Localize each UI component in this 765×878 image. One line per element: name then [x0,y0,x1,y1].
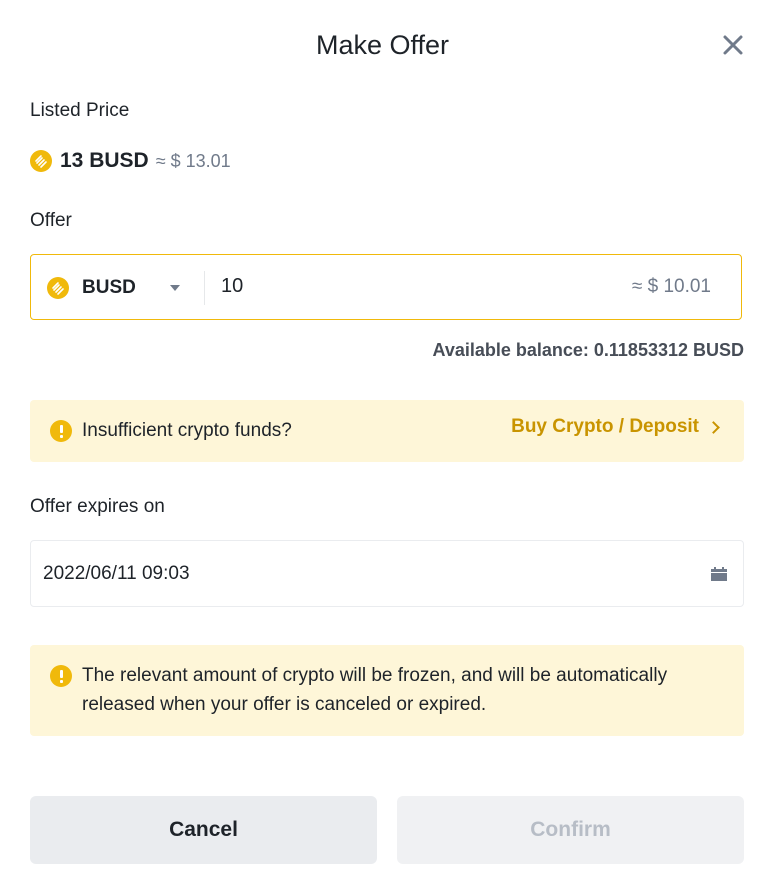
frozen-notice-line1: The relevant amount of crypto will be fr… [82,665,668,686]
cancel-button[interactable]: Cancel [30,796,377,864]
offer-amount-input[interactable] [221,255,601,318]
listed-price-row: 13 BUSD ≈ $ 13.01 [30,146,231,176]
confirm-button[interactable]: Confirm [397,796,744,864]
token-select-label: BUSD [82,277,136,298]
make-offer-dialog: Make Offer Listed Price 13 BUSD ≈ $ 13.0… [0,0,765,878]
warning-icon [50,420,72,442]
frozen-notice-line2: released when your offer is canceled or … [82,694,487,715]
listed-price-label: Listed Price [30,100,130,121]
input-divider [204,271,205,305]
listed-price-amount: 13 BUSD [60,149,149,172]
buy-crypto-deposit-link[interactable]: Buy Crypto / Deposit [511,416,720,438]
caret-down-icon [169,285,180,291]
insufficient-funds-text: Insufficient crypto funds? [82,420,292,441]
offer-expires-label: Offer expires on [30,496,165,517]
dialog-title: Make Offer [315,30,450,60]
busd-coin-icon [30,150,52,172]
frozen-funds-notice: The relevant amount of crypto will be fr… [30,645,744,736]
expiry-date-value: 2022/06/11 09:03 [43,563,190,584]
token-select[interactable]: BUSD [47,255,180,321]
calendar-icon[interactable] [711,567,727,581]
close-icon[interactable] [722,34,744,56]
offer-input-group: BUSD ≈ $ 10.01 [30,254,742,320]
busd-coin-icon [47,277,69,299]
buy-crypto-deposit-label: Buy Crypto / Deposit [511,416,699,437]
offer-label: Offer [30,210,72,231]
available-balance: Available balance: 0.11853312 BUSD [432,340,744,360]
chevron-right-icon [707,420,720,434]
offer-usd-value: ≈ $ 10.01 [631,276,711,297]
close-button[interactable] [716,28,750,62]
insufficient-funds-notice: Insufficient crypto funds? Buy Crypto / … [30,400,744,462]
expiry-date-picker[interactable]: 2022/06/11 09:03 [30,540,744,607]
warning-icon [50,665,72,687]
listed-price-usd: ≈ $ 13.01 [155,150,231,171]
